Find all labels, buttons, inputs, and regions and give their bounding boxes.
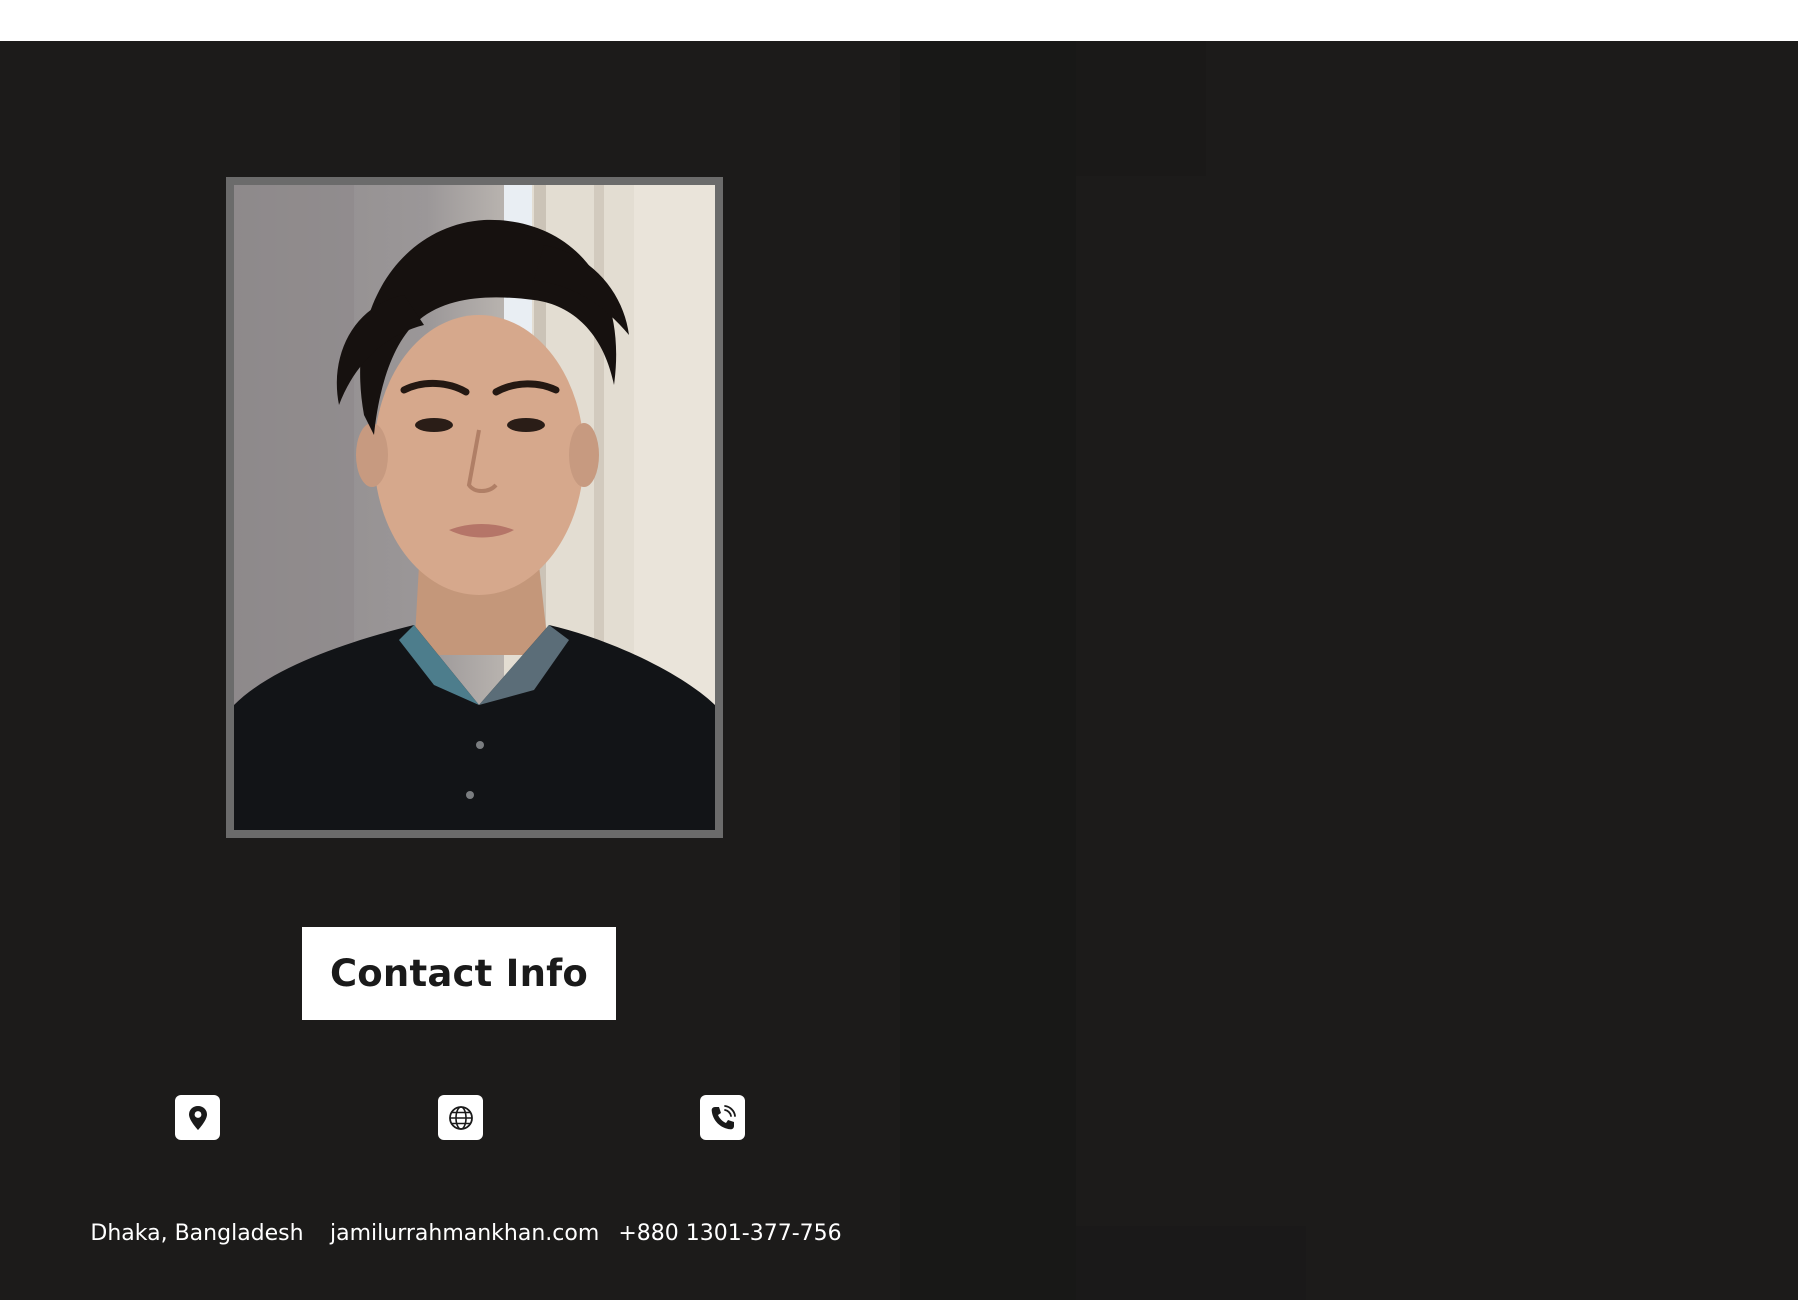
location-pin-icon bbox=[175, 1095, 220, 1140]
contact-info-heading: Contact Info bbox=[302, 927, 616, 1020]
left-panel: Contact Info Dhaka, Bangladesh jamilurra… bbox=[0, 41, 900, 1300]
contact-website-link[interactable]: jamilurrahmankhan.com bbox=[330, 1221, 599, 1246]
contact-item-website: jamilurrahmankhan.com bbox=[330, 1095, 599, 1255]
resume-page: Contact Info Dhaka, Bangladesh jamilurra… bbox=[0, 41, 1800, 1300]
contact-item-phone: +880 1301-377-756 bbox=[600, 1095, 860, 1255]
contact-location-text: Dhaka, Bangladesh bbox=[90, 1221, 304, 1246]
profile-photo bbox=[234, 185, 715, 830]
panel-shade bbox=[900, 41, 1076, 1300]
contact-phone-text: +880 1301-377-756 bbox=[618, 1221, 842, 1246]
panel-shade bbox=[1076, 1226, 1306, 1300]
right-panel bbox=[900, 41, 1800, 1300]
globe-icon[interactable] bbox=[438, 1095, 483, 1140]
profile-photo-frame bbox=[226, 177, 723, 838]
panel-shade bbox=[1076, 41, 1206, 176]
phone-icon[interactable] bbox=[700, 1095, 745, 1140]
contact-item-location: Dhaka, Bangladesh bbox=[67, 1095, 327, 1255]
